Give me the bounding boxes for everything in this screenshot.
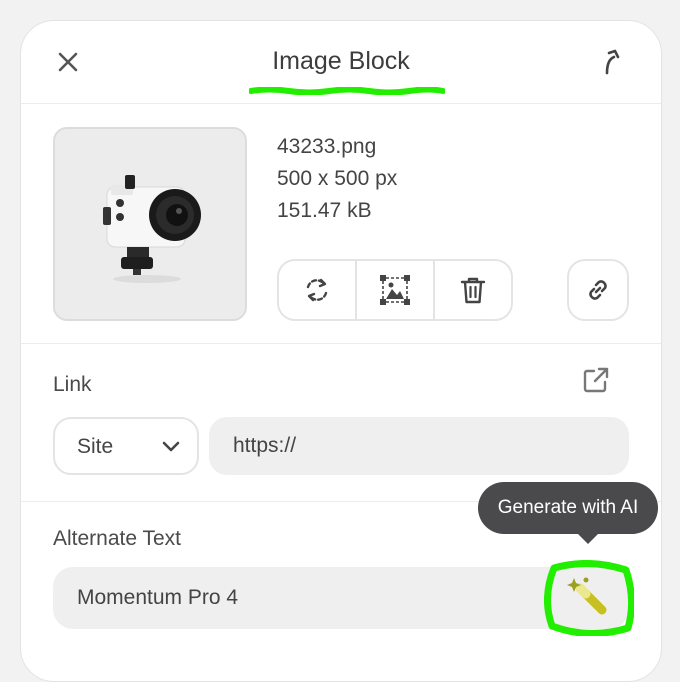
title-highlight-mark: [249, 87, 445, 95]
ai-tooltip: Generate with AI: [478, 482, 658, 534]
image-actions-group: [277, 259, 513, 321]
file-info: 43233.png 500 x 500 px 151.47 kB: [277, 131, 397, 227]
link-label: Link: [53, 373, 92, 396]
replace-image-button[interactable]: [279, 261, 357, 319]
image-thumbnail[interactable]: [53, 127, 247, 321]
file-dimensions: 500 x 500 px: [277, 167, 398, 190]
section-divider: [21, 343, 661, 344]
crop-image-button[interactable]: [357, 261, 435, 319]
link-type-value: Site: [77, 435, 114, 458]
panel-header: Image Block: [21, 21, 661, 104]
file-name: 43233.png: [277, 135, 377, 158]
page-title: Image Block: [272, 47, 410, 75]
image-crop-icon: [380, 275, 410, 305]
link-icon: [589, 280, 607, 300]
share-button[interactable]: [595, 45, 629, 79]
camera-image: [55, 129, 245, 319]
link-type-select[interactable]: Site: [53, 417, 199, 475]
generate-ai-button[interactable]: [544, 560, 634, 636]
chevron-down-icon: [162, 441, 180, 452]
link-image-button[interactable]: [567, 259, 629, 321]
alt-text-input[interactable]: [53, 567, 629, 629]
magic-wand-icon: [567, 577, 607, 615]
share-icon: [605, 49, 620, 75]
link-url-input[interactable]: [209, 417, 629, 475]
tooltip-arrow: [576, 532, 600, 544]
file-size: 151.47 kB: [277, 199, 372, 222]
trash-icon: [460, 277, 486, 304]
external-link-icon[interactable]: [581, 365, 611, 395]
replace-icon: [306, 278, 328, 302]
alt-text-label: Alternate Text: [53, 527, 182, 550]
delete-image-button[interactable]: [435, 261, 511, 319]
